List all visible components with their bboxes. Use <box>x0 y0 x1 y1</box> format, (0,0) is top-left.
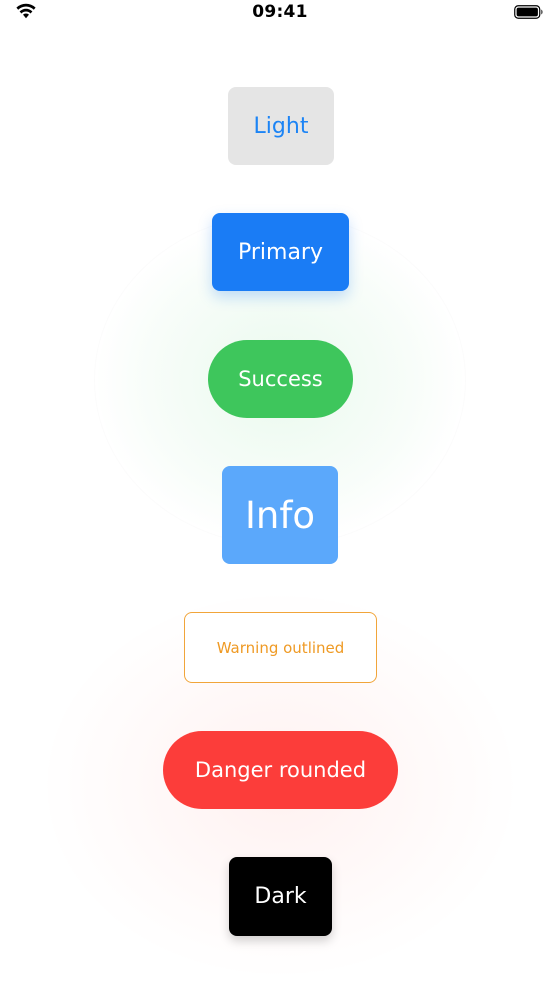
light-button-label: Light <box>253 113 309 139</box>
danger-button-label: Danger rounded <box>194 758 367 782</box>
status-bar: 09:41 <box>0 0 560 26</box>
success-button[interactable]: Success <box>208 340 353 418</box>
primary-button[interactable]: Primary <box>212 213 349 291</box>
screen: 09:41 Light Primary Success Info Warning… <box>0 0 560 996</box>
battery-full-icon <box>514 4 544 19</box>
primary-button-label: Primary <box>237 239 323 265</box>
warning-outlined-button[interactable]: Warning outlined <box>184 612 377 683</box>
light-button[interactable]: Light <box>228 87 334 165</box>
info-button[interactable]: Info <box>222 466 338 564</box>
success-button-label: Success <box>238 367 323 391</box>
dark-button[interactable]: Dark <box>229 857 332 936</box>
warning-button-label: Warning outlined <box>216 638 345 657</box>
dark-button-label: Dark <box>254 884 307 909</box>
danger-rounded-button[interactable]: Danger rounded <box>163 731 398 809</box>
status-time: 09:41 <box>252 2 308 22</box>
info-button-label: Info <box>244 493 316 537</box>
